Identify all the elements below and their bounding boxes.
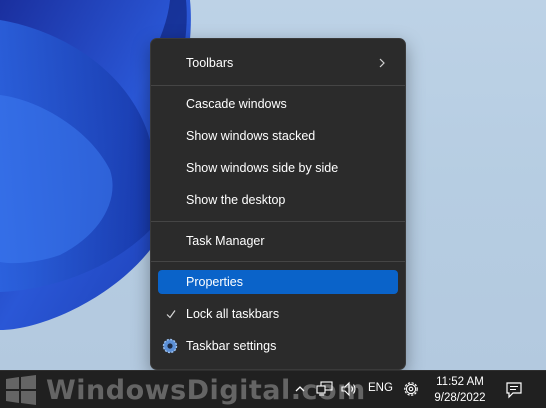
- menu-item-lock-all-taskbars[interactable]: Lock all taskbars: [158, 302, 398, 326]
- menu-item-toolbars[interactable]: Toolbars: [158, 51, 398, 75]
- menu-item-label: Show windows stacked: [186, 129, 316, 143]
- watermark: WindowsDigital.com: [4, 373, 366, 407]
- menu-item-label: Show windows side by side: [186, 161, 339, 175]
- language-indicator[interactable]: ENG: [368, 382, 393, 394]
- menu-separator: [151, 85, 405, 86]
- menu-item-label: Show the desktop: [186, 193, 286, 207]
- menu-item-task-manager[interactable]: Task Manager: [158, 229, 398, 253]
- chevron-right-icon: [379, 58, 385, 68]
- taskbar: WindowsDigital.com ENG 11:52 AM 9/28/202…: [0, 370, 546, 408]
- menu-item-show-windows-stacked[interactable]: Show windows stacked: [158, 124, 398, 148]
- menu-item-label: Lock all taskbars: [186, 307, 280, 321]
- menu-item-label: Cascade windows: [186, 97, 287, 111]
- notifications-icon[interactable]: [505, 381, 523, 399]
- menu-item-label: Properties: [186, 275, 243, 289]
- menu-separator: [151, 221, 405, 222]
- menu-item-show-desktop[interactable]: Show the desktop: [158, 188, 398, 212]
- taskbar-context-menu: Toolbars Cascade windows Show windows st…: [150, 38, 406, 370]
- menu-item-cascade-windows[interactable]: Cascade windows: [158, 92, 398, 116]
- network-icon[interactable]: [316, 381, 334, 397]
- menu-item-properties[interactable]: Properties: [158, 270, 398, 294]
- settings-gear-icon[interactable]: [402, 380, 420, 398]
- menu-item-taskbar-settings[interactable]: Taskbar settings: [158, 334, 398, 358]
- menu-item-show-windows-side-by-side[interactable]: Show windows side by side: [158, 156, 398, 180]
- clock-date: 9/28/2022: [434, 392, 486, 404]
- chevron-up-icon[interactable]: [294, 383, 306, 395]
- watermark-logo-icon: [6, 375, 36, 405]
- system-clock[interactable]: 11:52 AM 9/28/2022: [425, 374, 495, 406]
- clock-time: 11:52 AM: [436, 376, 484, 388]
- volume-icon[interactable]: [340, 381, 358, 397]
- gear-icon: [162, 338, 178, 354]
- checkmark-icon: [166, 310, 176, 319]
- menu-separator: [151, 261, 405, 262]
- menu-item-label: Toolbars: [186, 56, 234, 70]
- menu-item-label: Taskbar settings: [186, 339, 277, 353]
- menu-item-label: Task Manager: [186, 234, 265, 248]
